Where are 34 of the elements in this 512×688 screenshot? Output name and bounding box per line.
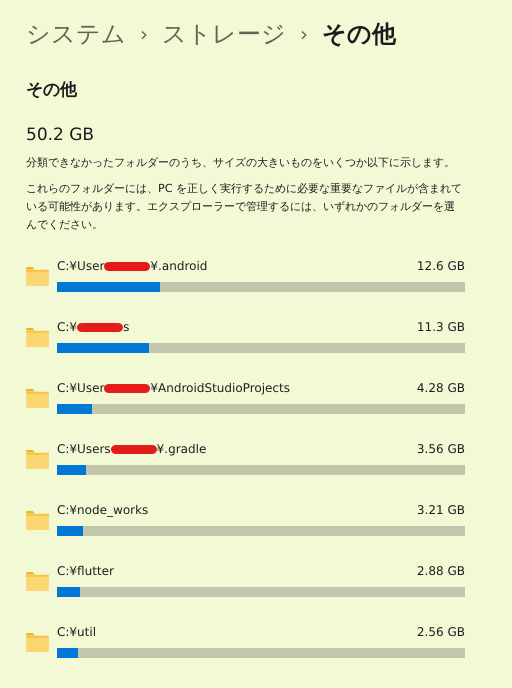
folder-icon	[26, 572, 49, 591]
chevron-separator: ›	[140, 21, 148, 48]
folder-size: 3.21 GB	[416, 502, 465, 518]
folder-icon	[26, 511, 49, 530]
folder-path[interactable]: C:¥User	[57, 380, 104, 396]
folder-path[interactable]: C:¥node_works	[57, 502, 148, 518]
folder-path[interactable]: ¥AndroidStudioProjects	[150, 380, 290, 396]
folder-path[interactable]: C:¥flutter	[57, 563, 114, 579]
breadcrumb-item[interactable]: システム	[26, 16, 126, 52]
folder-size: 4.28 GB	[416, 380, 465, 396]
folder-path[interactable]: C:¥util	[57, 624, 96, 640]
folder-size: 2.56 GB	[416, 624, 465, 640]
folder-icon	[26, 633, 49, 652]
folder-size: 11.3 GB	[416, 319, 465, 335]
folder-icon	[26, 267, 49, 286]
description-text: これらのフォルダーには、PC を正しく実行するために必要な重要なファイルが含まれている可能性があります。エクスプローラーで管理するには、いずれかのフォルダーを選んでください。	[26, 181, 464, 233]
total-size: 50.2 GB	[26, 124, 96, 146]
folder-path[interactable]: C:¥Users	[57, 441, 111, 457]
chevron-separator: ›	[300, 21, 308, 48]
folder-icon	[26, 450, 49, 469]
folder-path[interactable]: s	[123, 319, 130, 335]
folder-path[interactable]: C:¥User	[57, 258, 104, 274]
breadcrumb-item: その他	[322, 19, 396, 50]
folder-icon	[26, 328, 49, 347]
breadcrumb-item[interactable]: ストレージ	[162, 16, 286, 52]
folder-size: 12.6 GB	[416, 258, 465, 274]
folder-path[interactable]: ¥.android	[150, 258, 208, 274]
folder-path[interactable]: ¥.gradle	[156, 441, 206, 457]
section-heading: その他	[26, 79, 78, 102]
description-text: 分類できなかったフォルダーのうち、サイズの大きいものをいくつか以下に示します。	[26, 155, 456, 171]
folder-icon	[26, 389, 49, 408]
folder-size: 3.56 GB	[416, 441, 465, 457]
folder-path[interactable]: C:¥	[57, 319, 78, 335]
folder-size: 2.88 GB	[416, 563, 465, 579]
